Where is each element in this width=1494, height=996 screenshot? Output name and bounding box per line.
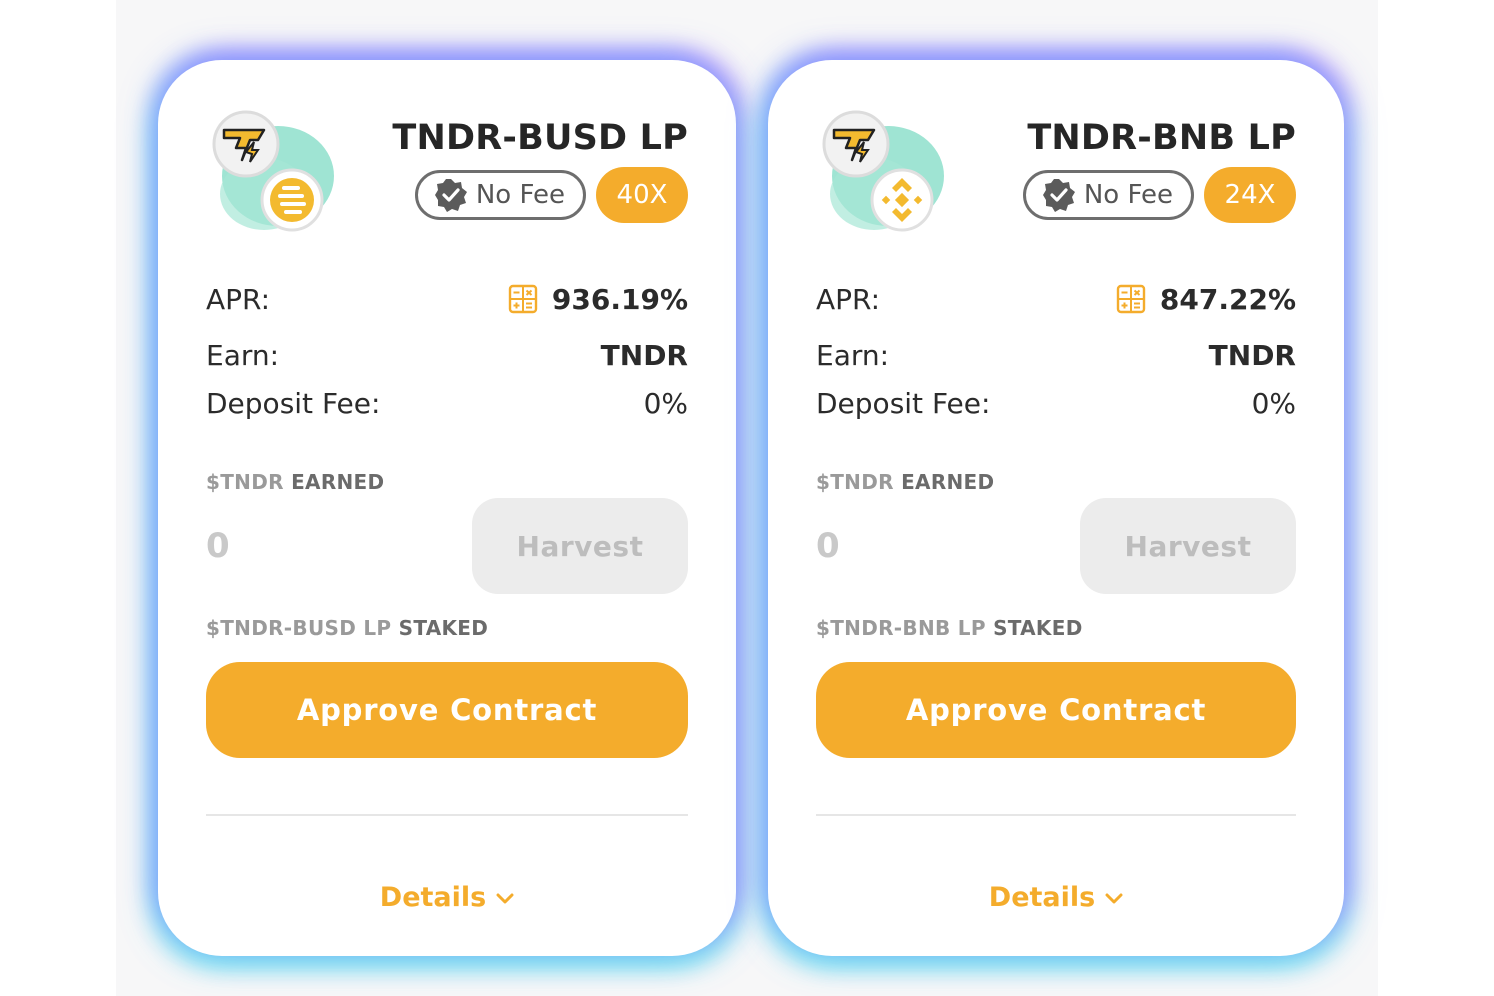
tndr-bnb-pair-icon	[822, 110, 944, 232]
earned-token: $TNDR	[816, 470, 894, 494]
deposit-fee-value: 0%	[643, 386, 688, 420]
calculator-icon[interactable]	[1116, 284, 1146, 314]
apr-row: APR: 936.19%	[206, 274, 688, 324]
farm-card-tndr-bnb: TNDR-BNB LP No Fee 24X APR: 847.22% Earn…	[768, 60, 1344, 956]
deposit-fee-label: Deposit Fee:	[206, 386, 381, 420]
no-fee-badge: No Fee	[1022, 170, 1194, 220]
harvest-row: 0 Harvest	[206, 498, 688, 594]
earned-token: $TNDR	[206, 470, 284, 494]
staked-section-label: $TNDR-BUSD LP STAKED	[206, 616, 688, 640]
apr-value-group: 847.22%	[1116, 283, 1296, 316]
harvest-row: 0 Harvest	[816, 498, 1296, 594]
deposit-fee-value: 0%	[1251, 386, 1296, 420]
details-toggle[interactable]: Details	[206, 882, 688, 913]
staked-token: $TNDR-BNB LP	[816, 616, 986, 640]
farm-card-header: TNDR-BNB LP No Fee 24X	[816, 60, 1296, 250]
verified-check-icon	[1042, 179, 1075, 212]
apr-row: APR: 847.22%	[816, 274, 1296, 324]
tndr-busd-pair-icon	[212, 110, 334, 232]
staked-word: STAKED	[993, 616, 1083, 640]
deposit-fee-label: Deposit Fee:	[816, 386, 991, 420]
earned-amount: 0	[816, 526, 840, 566]
details-label: Details	[379, 882, 487, 913]
farm-card-header: TNDR-BUSD LP No Fee 40X	[206, 60, 688, 250]
divider	[206, 814, 688, 816]
multiplier-badge: 24X	[1204, 167, 1296, 223]
earn-label: Earn:	[816, 338, 890, 372]
chevron-down-icon	[496, 893, 514, 903]
apr-value: 847.22%	[1159, 282, 1296, 316]
earn-row: Earn: TNDR	[816, 330, 1296, 380]
deposit-fee-row: Deposit Fee: 0%	[206, 380, 688, 426]
earned-word: EARNED	[901, 470, 995, 494]
farm-tags: No Fee 40X	[414, 167, 688, 223]
earned-section-label: $TNDR EARNED	[816, 470, 1296, 494]
approve-contract-button[interactable]: Approve Contract	[206, 662, 688, 758]
earned-word: EARNED	[291, 470, 385, 494]
earn-label: Earn:	[206, 338, 280, 372]
farm-card-tndr-busd: TNDR-BUSD LP No Fee 40X APR: 936.19% Ear…	[158, 60, 736, 956]
verified-check-icon	[434, 179, 467, 212]
earn-value: TNDR	[600, 338, 688, 372]
apr-label: APR:	[816, 282, 881, 316]
deposit-fee-row: Deposit Fee: 0%	[816, 380, 1296, 426]
chevron-down-icon	[1105, 893, 1123, 903]
farm-title: TNDR-BNB LP	[1027, 118, 1296, 158]
no-fee-label: No Fee	[475, 180, 565, 210]
earn-row: Earn: TNDR	[206, 330, 688, 380]
approve-contract-button[interactable]: Approve Contract	[816, 662, 1296, 758]
apr-value: 936.19%	[551, 282, 688, 316]
harvest-button[interactable]: Harvest	[1080, 498, 1296, 594]
no-fee-label: No Fee	[1083, 180, 1173, 210]
multiplier-badge: 40X	[596, 167, 688, 223]
earned-amount: 0	[206, 526, 230, 566]
staked-token: $TNDR-BUSD LP	[206, 616, 392, 640]
apr-label: APR:	[206, 282, 271, 316]
staked-section-label: $TNDR-BNB LP STAKED	[816, 616, 1296, 640]
no-fee-badge: No Fee	[414, 170, 586, 220]
details-toggle[interactable]: Details	[816, 882, 1296, 913]
divider	[816, 814, 1296, 816]
earn-value: TNDR	[1208, 338, 1296, 372]
details-label: Details	[988, 882, 1096, 913]
apr-value-group: 936.19%	[508, 283, 688, 316]
farm-tags: No Fee 24X	[1022, 167, 1296, 223]
farm-title: TNDR-BUSD LP	[392, 118, 688, 158]
staked-word: STAKED	[398, 616, 489, 640]
calculator-icon[interactable]	[508, 284, 538, 314]
harvest-button[interactable]: Harvest	[472, 498, 688, 594]
earned-section-label: $TNDR EARNED	[206, 470, 688, 494]
